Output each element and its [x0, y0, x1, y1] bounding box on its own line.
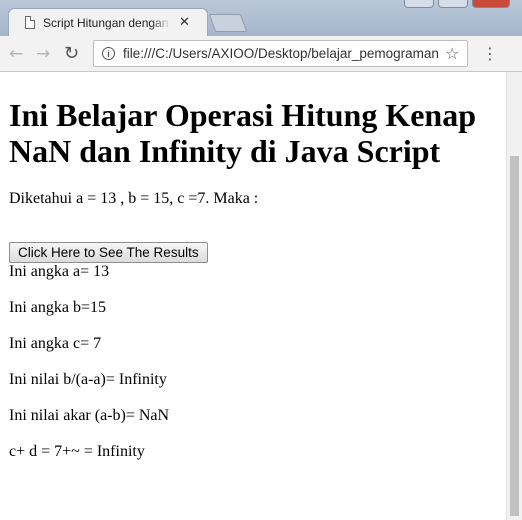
kebab-menu-icon[interactable]: ⋮: [482, 44, 498, 64]
window-titlebar: Script Hitungan dengan Java Script ✕: [0, 0, 522, 36]
window-close-button[interactable]: [472, 0, 510, 8]
vertical-scrollbar[interactable]: [506, 72, 522, 520]
browser-toolbar: ← → ↻ i file:///C:/Users/AXIOO/Desktop/b…: [0, 36, 522, 72]
result-line: c+ d = 7+~ = Infinity: [9, 443, 145, 460]
back-arrow-icon[interactable]: ←: [9, 44, 23, 64]
result-line: Ini nilai akar (a-b)= NaN: [9, 407, 170, 424]
forward-arrow-icon[interactable]: →: [36, 44, 50, 64]
reload-icon[interactable]: ↻: [64, 44, 79, 64]
new-tab-button[interactable]: [208, 14, 248, 32]
browser-tab[interactable]: Script Hitungan dengan Java Script ✕: [8, 8, 208, 36]
maximize-button[interactable]: [438, 0, 468, 8]
intro-text: Diketahui a = 13 , b = 15, c =7. Maka :: [9, 190, 259, 207]
page-icon: [25, 16, 35, 29]
result-line: Ini angka c= 7: [9, 335, 102, 352]
minimize-button[interactable]: [404, 0, 434, 8]
url-text[interactable]: file:///C:/Users/AXIOO/Desktop/belajar_p…: [123, 46, 441, 61]
page-title: Ini Belajar Operasi Hitung Kenap NaN dan…: [9, 97, 477, 169]
result-line: Ini angka b=15: [9, 299, 106, 316]
page-content: Ini Belajar Operasi Hitung Kenap NaN dan…: [0, 72, 506, 520]
result-line: Ini nilai b/(a-a)= Infinity: [9, 371, 167, 388]
info-icon[interactable]: i: [102, 47, 115, 60]
see-results-button[interactable]: Click Here to See The Results: [9, 242, 208, 263]
scrollbar-thumb[interactable]: [510, 156, 519, 516]
tab-title: Script Hitungan dengan Java Script: [43, 15, 171, 30]
address-bar[interactable]: i file:///C:/Users/AXIOO/Desktop/belajar…: [93, 40, 468, 67]
result-line: Ini angka a= 13: [9, 263, 110, 280]
star-icon[interactable]: ☆: [445, 44, 459, 63]
window-controls: [404, 0, 510, 8]
close-icon[interactable]: ✕: [179, 15, 190, 30]
